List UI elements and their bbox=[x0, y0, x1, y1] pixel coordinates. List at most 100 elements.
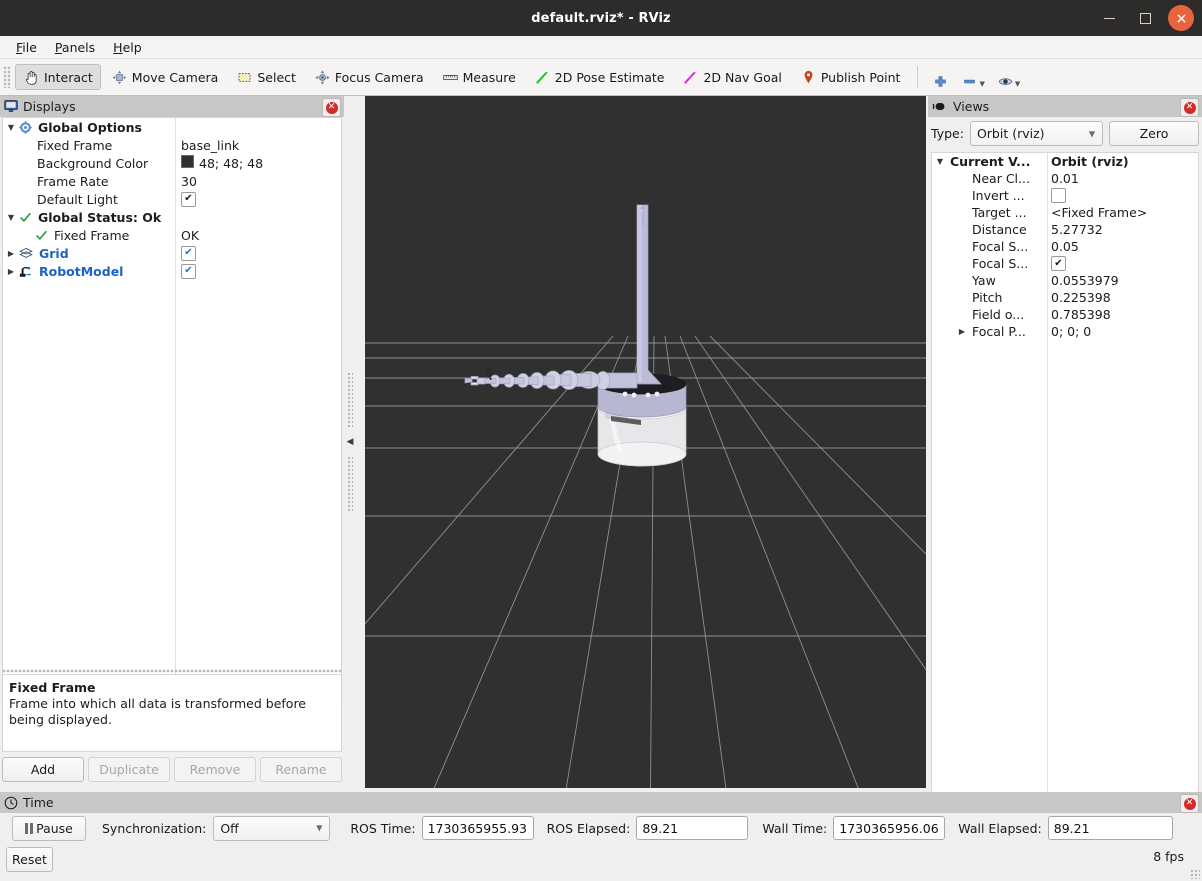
window-resize-grip[interactable] bbox=[1190, 869, 1200, 879]
displays-splitter[interactable] bbox=[2, 668, 342, 673]
synchronization-combo[interactable]: Off ▼ bbox=[213, 816, 330, 841]
expander-expand-icon[interactable]: ▶ bbox=[3, 249, 19, 258]
wall-elapsed-field[interactable]: 89.21 bbox=[1048, 816, 1173, 840]
left-panel-collapser[interactable]: ◀ bbox=[345, 96, 355, 788]
checkbox[interactable]: ✔ bbox=[181, 264, 196, 279]
checkbox[interactable] bbox=[1051, 188, 1066, 203]
tool-focus-camera[interactable]: Focus Camera bbox=[306, 64, 432, 90]
tree-row[interactable]: Yaw0.0553979 bbox=[932, 272, 1198, 289]
tool-measure[interactable]: Measure bbox=[434, 64, 524, 90]
views-type-combo[interactable]: Orbit (rviz) ▼ bbox=[970, 121, 1103, 146]
displays-tree[interactable]: ▼ Global OptionsFixed Framebase_linkBackg… bbox=[2, 117, 342, 699]
add-display-button[interactable]: Add bbox=[2, 757, 84, 782]
tool-2d-pose-estimate[interactable]: 2D Pose Estimate bbox=[526, 64, 673, 90]
tree-row[interactable]: Distance5.27732 bbox=[932, 221, 1198, 238]
checkbox[interactable]: ✔ bbox=[1051, 256, 1066, 271]
robot-model-icon bbox=[19, 265, 33, 278]
tool-select[interactable]: Select bbox=[228, 64, 304, 90]
tool-publish-point[interactable]: Publish Point bbox=[792, 64, 909, 90]
minimize-button[interactable] bbox=[1096, 5, 1122, 31]
chevron-down-icon: ▼ bbox=[316, 824, 322, 833]
remove-display-button[interactable]: Remove bbox=[174, 757, 256, 782]
tree-row-value-cell: 0.225398 bbox=[1047, 290, 1198, 305]
tree-row[interactable]: ▶ Grid ✔ bbox=[3, 244, 341, 262]
close-icon bbox=[1177, 14, 1186, 23]
reset-button[interactable]: Reset bbox=[6, 847, 53, 872]
tree-row-name-cell: ▶ RobotModel bbox=[3, 264, 175, 279]
tree-row[interactable]: Fixed FrameOK bbox=[3, 226, 341, 244]
tree-row[interactable]: Near Cl...0.01 bbox=[932, 170, 1198, 187]
displays-close-button[interactable]: ✕ bbox=[322, 98, 341, 117]
plus-icon bbox=[932, 73, 949, 90]
views-zero-button[interactable]: Zero bbox=[1109, 121, 1199, 146]
tool-interact[interactable]: Interact bbox=[15, 64, 101, 90]
tool-select-label: Select bbox=[257, 70, 296, 85]
tree-row[interactable]: Frame Rate30 bbox=[3, 172, 341, 190]
tree-row[interactable]: ▼ Global Options bbox=[3, 118, 341, 136]
tree-row[interactable]: Field o...0.785398 bbox=[932, 306, 1198, 323]
tree-row[interactable]: Fixed Framebase_link bbox=[3, 136, 341, 154]
checkbox[interactable]: ✔ bbox=[181, 246, 196, 261]
tree-row[interactable]: Default Light✔ bbox=[3, 190, 341, 208]
tree-row-label: Focal S... bbox=[972, 239, 1028, 254]
tree-row[interactable]: ▼ Global Status: Ok bbox=[3, 208, 341, 226]
tree-row-label: Pitch bbox=[972, 290, 1002, 305]
camera-view-icon bbox=[932, 101, 948, 112]
tree-row[interactable]: Pitch 0.225398 bbox=[932, 289, 1198, 306]
tree-row[interactable]: ▶ RobotModel ✔ bbox=[3, 262, 341, 280]
toolbar-drag-handle[interactable] bbox=[3, 66, 11, 88]
rename-display-button[interactable]: Rename bbox=[260, 757, 342, 782]
remove-tool-caret-icon[interactable]: ▼ bbox=[979, 80, 984, 90]
close-icon: ✕ bbox=[1184, 798, 1196, 810]
tree-row-label: RobotModel bbox=[39, 264, 123, 279]
visibility-caret-icon[interactable]: ▼ bbox=[1015, 80, 1020, 90]
close-button[interactable] bbox=[1168, 5, 1194, 31]
ros-elapsed-field[interactable]: 89.21 bbox=[636, 816, 748, 840]
ros-time-field[interactable]: 1730365955.93 bbox=[422, 816, 534, 840]
gear-icon bbox=[19, 121, 32, 134]
tree-value: 0.785398 bbox=[1051, 307, 1111, 322]
tree-row[interactable]: ▶Focal P...0; 0; 0 bbox=[932, 323, 1198, 340]
render-viewport-3d[interactable] bbox=[365, 96, 926, 788]
tool-2d-nav-goal[interactable]: 2D Nav Goal bbox=[674, 64, 789, 90]
tree-row-label: Grid bbox=[39, 246, 69, 261]
tree-row-label: Global Options bbox=[38, 120, 142, 135]
duplicate-display-button[interactable]: Duplicate bbox=[88, 757, 170, 782]
menu-help[interactable]: Help bbox=[104, 38, 151, 57]
views-close-button[interactable]: ✕ bbox=[1180, 98, 1199, 117]
tree-row-name-cell: Target ... bbox=[932, 205, 1047, 220]
wall-time-field[interactable]: 1730365956.06 bbox=[833, 816, 945, 840]
expander-collapse-icon[interactable]: ▼ bbox=[932, 157, 948, 166]
visibility-button[interactable]: ▼ bbox=[991, 64, 1026, 90]
views-tree[interactable]: ▼Current V...Orbit (rviz)Near Cl...0.01I… bbox=[931, 152, 1199, 844]
color-swatch[interactable] bbox=[181, 155, 194, 168]
expander-collapse-icon[interactable]: ▼ bbox=[3, 123, 19, 132]
remove-tool-button[interactable]: ▼ bbox=[955, 64, 990, 90]
menu-file[interactable]: File bbox=[7, 38, 46, 57]
displays-panel-title: Displays bbox=[23, 99, 76, 114]
tree-row-label: Target ... bbox=[972, 205, 1027, 220]
tree-row-value-cell: OK bbox=[175, 228, 341, 243]
expander-expand-icon[interactable]: ▶ bbox=[954, 327, 970, 336]
menu-panels[interactable]: Panels bbox=[46, 38, 104, 57]
collapser-grip-bottom bbox=[347, 456, 353, 512]
tree-row-label: Global Status: Ok bbox=[38, 210, 161, 225]
expander-expand-icon[interactable]: ▶ bbox=[3, 267, 19, 276]
maximize-button[interactable] bbox=[1132, 5, 1158, 31]
tree-row[interactable]: Focal S...0.05 bbox=[932, 238, 1198, 255]
time-close-button[interactable]: ✕ bbox=[1180, 794, 1199, 813]
tree-row[interactable]: ▼Current V...Orbit (rviz) bbox=[932, 153, 1198, 170]
tree-row[interactable]: Focal S...✔ bbox=[932, 255, 1198, 272]
tree-row-name-cell: Fixed Frame bbox=[3, 138, 175, 153]
tree-row[interactable]: Target ...<Fixed Frame> bbox=[932, 204, 1198, 221]
tool-publish-point-label: Publish Point bbox=[821, 70, 901, 85]
tree-row-value-cell bbox=[1047, 188, 1198, 203]
add-tool-button[interactable] bbox=[926, 64, 955, 90]
tree-row[interactable]: Invert ... bbox=[932, 187, 1198, 204]
tree-row[interactable]: Background Color48; 48; 48 bbox=[3, 154, 341, 172]
tool-move-camera[interactable]: Move Camera bbox=[103, 64, 227, 90]
wall-elapsed-label: Wall Elapsed: bbox=[958, 821, 1041, 836]
checkbox[interactable]: ✔ bbox=[181, 192, 196, 207]
pause-button[interactable]: Pause bbox=[12, 816, 86, 841]
expander-collapse-icon[interactable]: ▼ bbox=[3, 213, 19, 222]
